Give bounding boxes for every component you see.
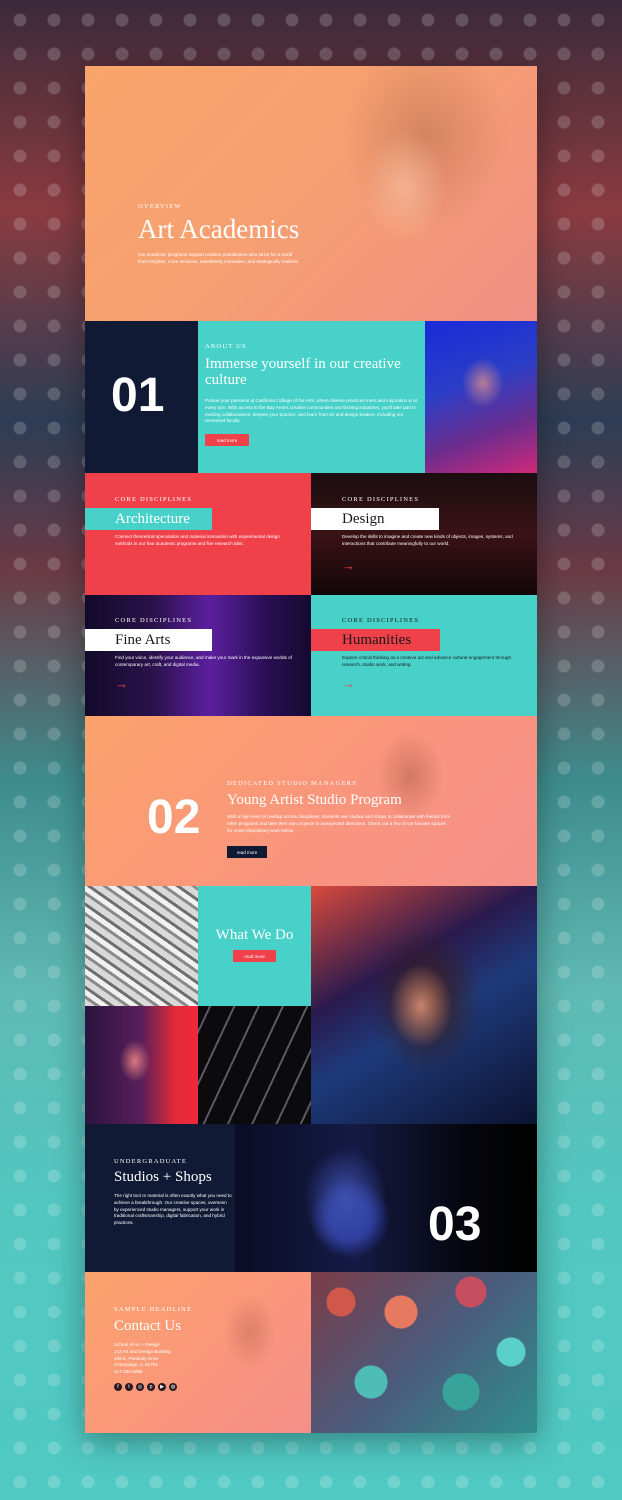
humanities-kicker: Core Disciplines — [342, 617, 420, 624]
about-section: About Us Immerse yourself in our creativ… — [198, 321, 425, 473]
crumpled-foil-photo — [85, 886, 198, 1006]
youtube-icon[interactable]: ▶ — [158, 1383, 166, 1391]
humanities-arrow-icon[interactable]: → — [342, 677, 355, 690]
undergrad-photo: 03 — [235, 1124, 537, 1272]
undergrad-text: The right tool or material is often exac… — [114, 1193, 232, 1226]
hero-section: Overview Art Academics Our academic prog… — [85, 66, 537, 321]
about-text: Pursue your passions at California Colle… — [205, 398, 417, 424]
what-we-do-title: What We Do — [215, 927, 294, 943]
about-kicker: About Us — [205, 343, 247, 350]
about-title: Immerse yourself in our creative culture — [205, 356, 401, 388]
dribbble-icon[interactable]: ◍ — [169, 1383, 177, 1391]
what-we-do-read-more-button[interactable]: read more — [233, 950, 276, 962]
about-number-panel: 01 — [85, 321, 198, 473]
fine-arts-title: Fine Arts — [85, 629, 212, 651]
about-photo — [425, 321, 537, 473]
contact-phone[interactable]: 217-333-6865 — [114, 1369, 224, 1376]
design-kicker: Core Disciplines — [342, 496, 420, 503]
page-title: Art Academics — [138, 214, 300, 244]
studio-title: Young Artist Studio Program — [227, 792, 402, 808]
sequins-photo — [311, 1272, 537, 1433]
undergrad-section: Undergraduate Studios + Shops The right … — [85, 1124, 235, 1272]
studio-number: 02 — [147, 791, 201, 844]
hero-kicker: Overview — [138, 203, 182, 210]
studio-program-section: 02 Dedicated Studio Managers Young Artis… — [85, 716, 537, 886]
about-read-more-button[interactable]: read more — [205, 434, 249, 446]
what-we-do-panel: What We Do read more — [198, 886, 311, 1006]
contact-line: 142 Art and Design Building — [114, 1348, 171, 1354]
discipline-fine-arts[interactable]: Core Disciplines Fine Arts Find your voi… — [85, 595, 311, 716]
contact-address: School of Art + Design 142 Art and Desig… — [114, 1342, 224, 1376]
studio-read-more-button[interactable]: read more — [227, 846, 267, 858]
discipline-architecture[interactable]: Core Disciplines Architecture Connect th… — [85, 473, 311, 595]
design-title: Design — [311, 508, 439, 530]
page-frame: Overview Art Academics Our academic prog… — [85, 66, 537, 1433]
architecture-title: Architecture — [85, 508, 212, 530]
undergrad-title: Studios + Shops — [114, 1169, 212, 1185]
discipline-design[interactable]: Core Disciplines Design Develop the skil… — [311, 473, 537, 595]
social-links: f t ◎ p ▶ ◍ — [114, 1383, 177, 1391]
red-light-portrait-photo — [85, 1006, 198, 1124]
contact-title: Contact Us — [114, 1318, 182, 1334]
undergrad-kicker: Undergraduate — [114, 1158, 188, 1165]
twitter-icon[interactable]: t — [125, 1383, 133, 1391]
hero-text: Our academic programs support creative p… — [138, 252, 299, 264]
instagram-icon[interactable]: ◎ — [136, 1383, 144, 1391]
studio-kicker: Dedicated Studio Managers — [227, 780, 358, 787]
contact-line: 408 E. Peabody Drive — [114, 1355, 159, 1361]
discipline-humanities[interactable]: Core Disciplines Humanities Explore crit… — [311, 595, 537, 716]
fine-arts-kicker: Core Disciplines — [115, 617, 193, 624]
design-text: Develop the skills to imagine and create… — [342, 534, 513, 546]
hero-portrait — [285, 66, 525, 321]
contact-line: Champaign, IL 61792 — [114, 1362, 158, 1368]
neon-portrait-photo — [311, 886, 537, 1124]
architecture-kicker: Core Disciplines — [115, 496, 193, 503]
architecture-text: Connect theoretical speculation and mate… — [115, 534, 280, 546]
humanities-title: Humanities — [311, 629, 440, 651]
architecture-photo — [198, 1006, 311, 1124]
contact-kicker: Sample Headline — [114, 1306, 193, 1313]
humanities-text: Explore critical thinking as a creative … — [342, 655, 512, 667]
undergrad-number: 03 — [428, 1198, 482, 1251]
fine-arts-arrow-icon[interactable]: → — [115, 677, 128, 690]
about-number: 01 — [111, 369, 165, 422]
studio-text: With a high level of overlap across disc… — [227, 814, 451, 833]
facebook-icon[interactable]: f — [114, 1383, 122, 1391]
contact-section: Sample Headline Contact Us School of Art… — [85, 1272, 311, 1433]
fine-arts-text: Find your voice, identify your audience,… — [115, 655, 292, 667]
pinterest-icon[interactable]: p — [147, 1383, 155, 1391]
design-arrow-icon[interactable]: → — [342, 559, 355, 572]
contact-line: School of Art + Design — [114, 1342, 160, 1347]
